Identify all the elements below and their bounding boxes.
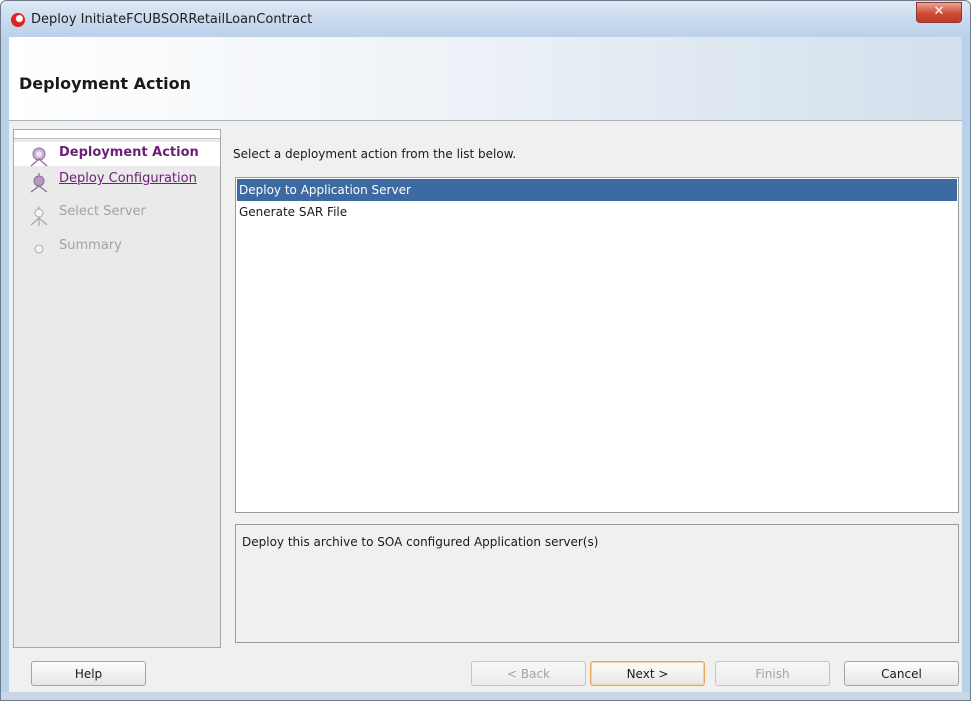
wizard-client-area: Deployment Action Deployment Action Depl… [9, 37, 962, 692]
instruction-text: Select a deployment action from the list… [233, 147, 517, 161]
current-step-icon [30, 147, 48, 167]
back-button[interactable]: < Back [471, 661, 586, 686]
list-item-deploy-to-application-server[interactable]: Deploy to Application Server [237, 179, 957, 201]
window-bottom-border [1, 692, 970, 700]
step-label: Deploy Configuration [59, 171, 197, 186]
list-item-generate-sar-file[interactable]: Generate SAR File [237, 201, 957, 223]
step-label: Deployment Action [59, 145, 199, 160]
window-title: Deploy InitiateFCUBSORRetailLoanContract [31, 12, 313, 27]
wizard-steps-panel: Deployment Action Deploy Configuration S… [13, 129, 221, 648]
close-icon: ✕ [933, 4, 945, 19]
deployment-action-list[interactable]: Deploy to Application Server Generate SA… [235, 177, 959, 513]
close-button[interactable]: ✕ [916, 2, 962, 23]
action-description-panel: Deploy this archive to SOA configured Ap… [235, 524, 959, 643]
visited-step-icon [30, 173, 48, 193]
oracle-app-icon [11, 13, 25, 27]
help-button[interactable]: Help [31, 661, 146, 686]
pending-step-icon [30, 206, 48, 226]
step-label: Select Server [59, 204, 146, 219]
steps-panel-top-strip [14, 130, 220, 139]
wizard-header: Deployment Action [9, 37, 962, 121]
pending-step-icon [34, 244, 44, 254]
finish-button[interactable]: Finish [715, 661, 830, 686]
cancel-button[interactable]: Cancel [844, 661, 959, 686]
next-button[interactable]: Next > [590, 661, 705, 686]
page-title: Deployment Action [19, 74, 192, 93]
title-bar[interactable]: Deploy InitiateFCUBSORRetailLoanContract… [1, 1, 970, 37]
deploy-wizard-window: Deploy InitiateFCUBSORRetailLoanContract… [0, 0, 971, 701]
action-description: Deploy this archive to SOA configured Ap… [242, 535, 599, 549]
step-label: Summary [59, 238, 122, 253]
